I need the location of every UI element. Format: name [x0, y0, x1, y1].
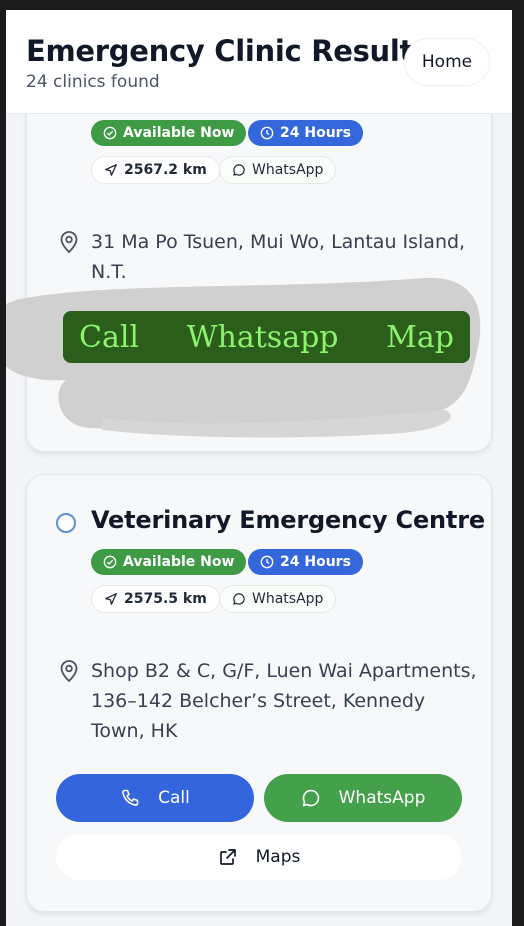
chat-bubble-icon [233, 164, 245, 176]
map-pin-icon [60, 231, 78, 254]
select-radio[interactable] [56, 513, 76, 533]
chat-bubble-icon [233, 593, 245, 605]
whatsapp-chip[interactable]: WhatsApp [219, 156, 337, 184]
home-button[interactable]: Home [404, 38, 490, 86]
annotation-call-label: Call [79, 319, 140, 355]
available-badge: Available Now [91, 120, 247, 146]
available-badge: Available Now [91, 549, 247, 575]
maps-button[interactable]: Maps [56, 834, 462, 880]
external-link-icon [219, 849, 236, 865]
check-circle-icon [103, 555, 117, 569]
navigation-arrow-icon [105, 593, 117, 605]
whatsapp-chip[interactable]: WhatsApp [219, 585, 337, 613]
chat-bubble-icon [302, 789, 319, 807]
annotation-map-label: Map [386, 319, 454, 355]
annotation-action-bar: Call Whatsapp Map [63, 311, 470, 363]
map-pin-icon [60, 660, 78, 683]
page-title: Emergency Clinic Results [26, 34, 431, 68]
hours-badge: 24 Hours [248, 549, 363, 575]
clock-icon [260, 126, 274, 140]
distance-chip: 2575.5 km [91, 585, 220, 613]
clinic-name: Veterinary Emergency Centre [91, 506, 485, 534]
app-header: Emergency Clinic Results 24 clinics foun… [6, 10, 512, 114]
navigation-arrow-icon [105, 164, 117, 176]
clock-icon [260, 555, 274, 569]
hours-badge: 24 Hours [248, 120, 363, 146]
results-count: 24 clinics found [26, 72, 160, 92]
distance-chip: 2567.2 km [91, 156, 220, 184]
app-screen: Available Now 24 Hours 2567.2 km WhatsAp… [6, 10, 512, 926]
call-button[interactable]: Call [56, 774, 254, 822]
clinic-address: Shop B2 & C, G/F, Luen Wai Apartments, 1… [91, 660, 477, 742]
whatsapp-button[interactable]: WhatsApp [264, 774, 462, 822]
phone-icon [122, 789, 139, 806]
annotation-whatsapp-label: Whatsapp [186, 319, 339, 355]
check-circle-icon [103, 126, 117, 140]
